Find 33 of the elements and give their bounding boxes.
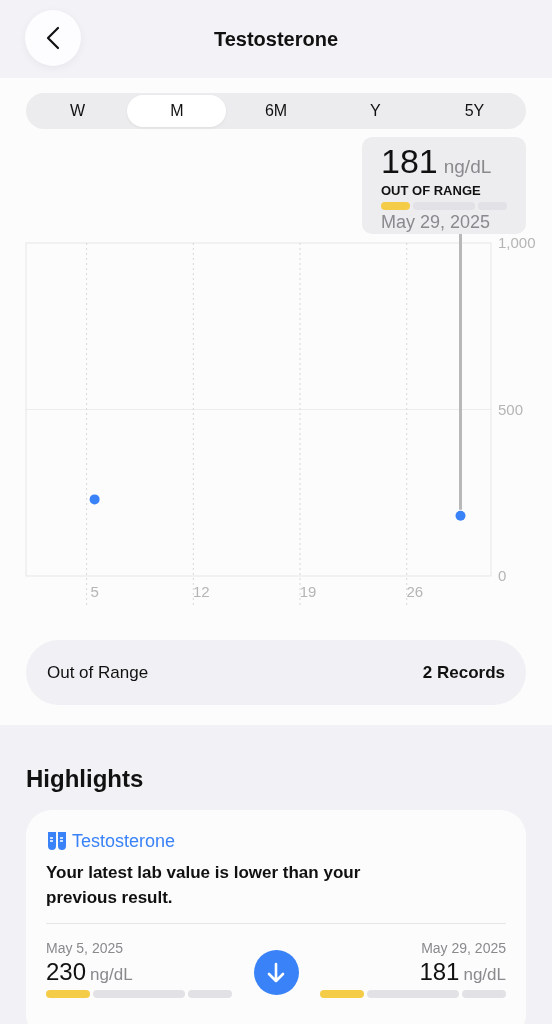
chevron-left-icon	[46, 26, 60, 50]
screen-title: Testosterone	[213, 27, 339, 51]
reading-date: May 5, 2025	[46, 940, 125, 956]
y-axis-label: 1,000	[498, 234, 536, 251]
data-point[interactable]	[89, 494, 100, 505]
arrow-down-icon	[266, 961, 286, 984]
section-heading: Highlights	[26, 765, 145, 794]
x-axis-label: 26	[406, 583, 424, 600]
unit-text: ng/dL	[463, 965, 506, 985]
x-axis-label: 5	[90, 583, 99, 600]
unit-text: ng/dL	[443, 156, 492, 178]
test-tubes-icon	[46, 830, 68, 852]
out-of-range-row[interactable]: Out of Range 2 Records	[26, 640, 526, 705]
reading-value: 230	[46, 958, 87, 986]
status-label: OUT OF RANGE	[381, 183, 482, 198]
period-tab[interactable]: M	[127, 95, 227, 127]
y-axis-label: 0	[498, 567, 507, 584]
x-axis-label: 12	[193, 583, 210, 600]
highlight-text: Your latest lab value is lower than your previous result.	[46, 862, 362, 909]
card-title: Testosterone	[72, 830, 176, 852]
period-tab[interactable]: 6M	[226, 95, 326, 127]
date-text: May 29, 2025	[381, 212, 492, 233]
x-axis-label: 19	[299, 583, 317, 600]
highlight-card[interactable]: Testosterone Your latest lab value is lower than your previous result. May 5, 2025 230 ng/dL May 29, 2025 181 ng/dL	[26, 810, 526, 1024]
value-text: 181	[381, 143, 438, 179]
reading-date: May 29, 2025	[420, 940, 506, 956]
period-tab[interactable]: Y	[325, 95, 425, 127]
period-tab[interactable]: 5Y	[424, 95, 524, 127]
unit-text: ng/dL	[90, 965, 133, 985]
period-tab[interactable]: W	[28, 95, 128, 127]
reading-value: 181	[419, 958, 460, 986]
data-point[interactable]	[455, 510, 466, 521]
y-axis-label: 500	[498, 400, 524, 418]
